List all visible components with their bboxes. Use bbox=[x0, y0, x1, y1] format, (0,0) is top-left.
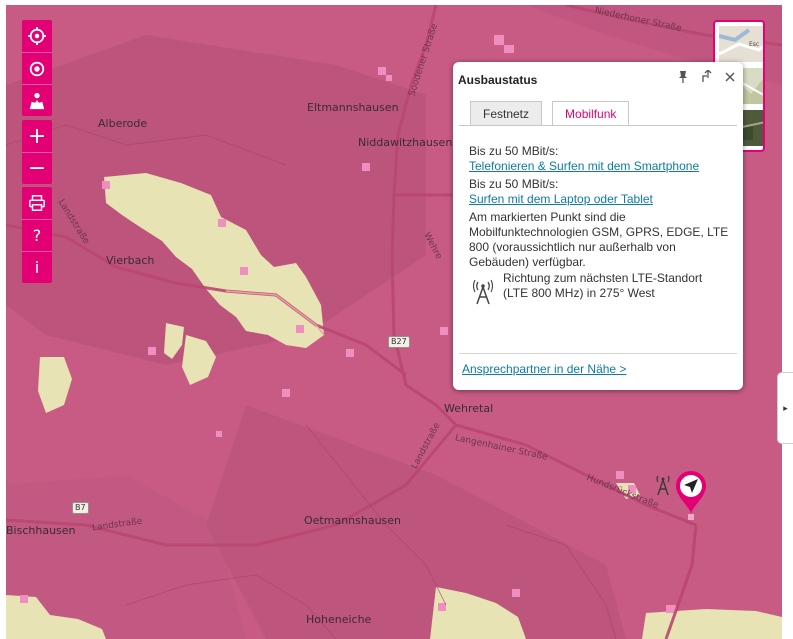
tab-festnetz[interactable]: Festnetz bbox=[470, 101, 543, 125]
lte-direction-text: Richtung zum nächsten LTE-Standort (LTE … bbox=[503, 271, 703, 300]
sidebar-toggle-button[interactable]: ▸ bbox=[777, 372, 793, 444]
chevron-right-icon: ▸ bbox=[783, 402, 788, 413]
lte-direction-info: Richtung zum nächsten LTE-Standort (LTE … bbox=[473, 271, 713, 305]
popup-body: Bis zu 50 MBit/s: Telefonieren & Surfen … bbox=[469, 144, 735, 270]
toolbar-group-location bbox=[22, 20, 52, 116]
pin-button[interactable] bbox=[677, 70, 689, 83]
print-icon bbox=[29, 195, 45, 211]
link-smartphone[interactable]: Telefonieren & Surfen mit dem Smartphone bbox=[469, 159, 735, 174]
place-label-niddawitzhausen: Niddawitzhausen bbox=[358, 136, 453, 149]
technology-description: Am markierten Punkt sind die Mobilfunkte… bbox=[469, 210, 729, 269]
close-icon bbox=[725, 72, 735, 81]
coverage-popup: Ausbaustatus Festnetz Mobilfunk Bis zu 5… bbox=[453, 62, 743, 390]
contact-link[interactable]: Ansprechpartner in der Nähe > bbox=[462, 362, 626, 376]
help-button[interactable]: ? bbox=[22, 219, 52, 251]
zoom-in-button[interactable]: + bbox=[22, 120, 52, 152]
crosshair-button[interactable] bbox=[22, 20, 52, 52]
share-icon bbox=[702, 70, 712, 82]
zoom-out-button[interactable]: − bbox=[22, 152, 52, 184]
info-button[interactable]: i bbox=[22, 251, 52, 283]
speed-label-laptop: Bis zu 50 MBit/s: bbox=[469, 177, 559, 191]
link-laptop[interactable]: Surfen mit dem Laptop oder Tablet bbox=[469, 192, 735, 207]
place-label-hoheneiche: Hoheneiche bbox=[306, 613, 372, 626]
print-button[interactable] bbox=[22, 187, 52, 219]
place-label-wehretal: Wehretal bbox=[444, 402, 494, 415]
place-label-alberode: Alberode bbox=[98, 117, 148, 130]
svg-text:Esc: Esc bbox=[749, 41, 759, 48]
popup-header-icons bbox=[677, 70, 735, 83]
crosshair-icon bbox=[28, 27, 46, 45]
road-shield-b27: B27 bbox=[388, 336, 410, 348]
place-label-oetmannshausen: Oetmannshausen bbox=[304, 514, 402, 527]
locate-button[interactable] bbox=[22, 52, 52, 84]
close-button[interactable] bbox=[725, 72, 735, 82]
place-label-bischhausen: Bischhausen bbox=[6, 524, 76, 537]
road-shield-b7: B7 bbox=[72, 502, 89, 514]
cell-tower-icon[interactable] bbox=[653, 474, 673, 496]
tab-divider bbox=[459, 125, 737, 126]
popup-tabs: Festnetz Mobilfunk bbox=[470, 101, 630, 126]
popup-title: Ausbaustatus bbox=[458, 73, 538, 87]
toolbar-group-zoom: + − bbox=[22, 120, 52, 184]
map-reader-icon bbox=[29, 92, 45, 109]
location-marker[interactable] bbox=[675, 470, 707, 522]
speed-label-smartphone: Bis zu 50 MBit/s: bbox=[469, 144, 559, 158]
pin-icon bbox=[679, 71, 687, 83]
antenna-icon bbox=[473, 279, 493, 305]
layer-thumb-map[interactable]: Esc bbox=[718, 26, 763, 62]
place-label-vierbach: Vierbach bbox=[106, 254, 155, 267]
place-label-eltmannshausen: Eltmannshausen bbox=[307, 101, 399, 114]
toolbar-group-tools: ? i bbox=[22, 187, 52, 283]
locate-icon bbox=[29, 61, 45, 76]
popup-divider bbox=[459, 353, 737, 354]
share-button[interactable] bbox=[701, 70, 713, 83]
map-reader-button[interactable] bbox=[22, 84, 52, 116]
tab-mobilfunk[interactable]: Mobilfunk bbox=[552, 101, 630, 126]
map-thumbnail-icon: Esc bbox=[718, 26, 763, 62]
